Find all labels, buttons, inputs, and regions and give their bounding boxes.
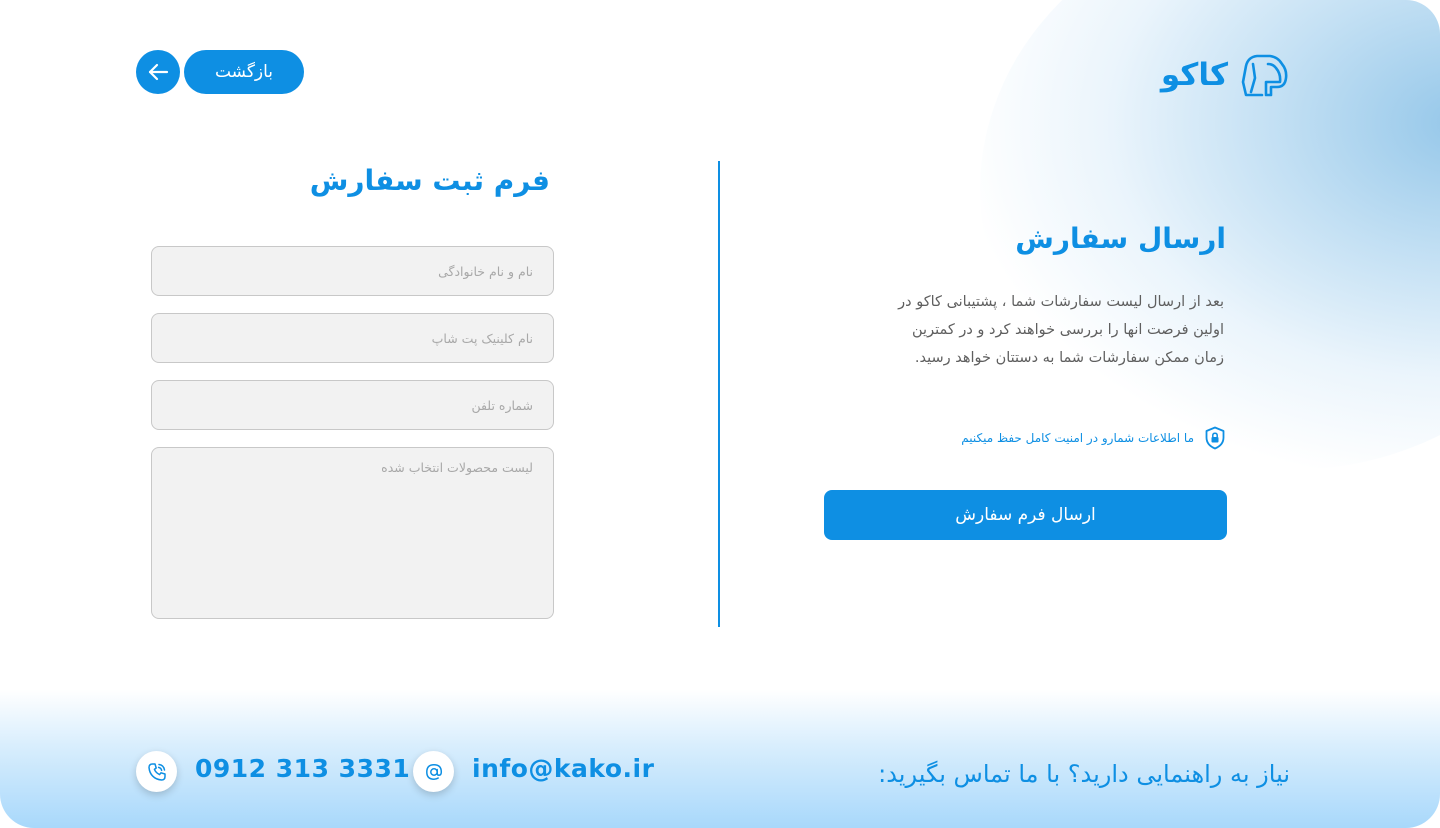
email-link[interactable]: info@kako.ir [472, 754, 654, 783]
at-sign-icon [425, 763, 442, 780]
back-arrow-button[interactable] [136, 50, 180, 94]
info-title: ارسال سفارش [1015, 222, 1226, 255]
arrow-left-icon [148, 63, 169, 81]
phone-input[interactable] [151, 380, 554, 430]
phone-icon [147, 762, 166, 781]
clinic-name-input[interactable] [151, 313, 554, 363]
order-page: کاکو بازگشت فرم ثبت سفارش ارسال سفارش بع… [0, 0, 1440, 828]
back-group: بازگشت [136, 50, 304, 94]
contact-footer: نیاز به راهنمایی دارید؟ با ما تماس بگیری… [0, 690, 1440, 828]
footer-help-text: نیاز به راهنمایی دارید؟ با ما تماس بگیری… [878, 760, 1290, 788]
submit-order-button[interactable]: ارسال فرم سفارش [824, 490, 1227, 540]
phone-number[interactable]: 0912 313 3331 [195, 754, 410, 783]
info-description: بعد از ارسال لیست سفارشات شما ، پشتیبانی… [898, 294, 1224, 366]
brand-logo[interactable]: کاکو [1161, 50, 1290, 100]
security-note: ما اطلاعات شمارو در امنیت کامل حفظ میکنی… [961, 426, 1226, 450]
full-name-input[interactable] [151, 246, 554, 296]
vertical-divider [718, 161, 720, 627]
products-textarea[interactable] [151, 447, 554, 619]
form-title: فرم ثبت سفارش [309, 164, 550, 197]
dog-head-icon [1241, 54, 1288, 97]
brand-name: کاکو [1160, 57, 1228, 93]
security-note-text: ما اطلاعات شمارو در امنیت کامل حفظ میکنی… [961, 431, 1194, 445]
shield-lock-icon [1205, 426, 1225, 450]
phone-icon-button[interactable] [136, 751, 177, 792]
email-icon-button[interactable] [413, 751, 454, 792]
back-button[interactable]: بازگشت [184, 50, 304, 94]
